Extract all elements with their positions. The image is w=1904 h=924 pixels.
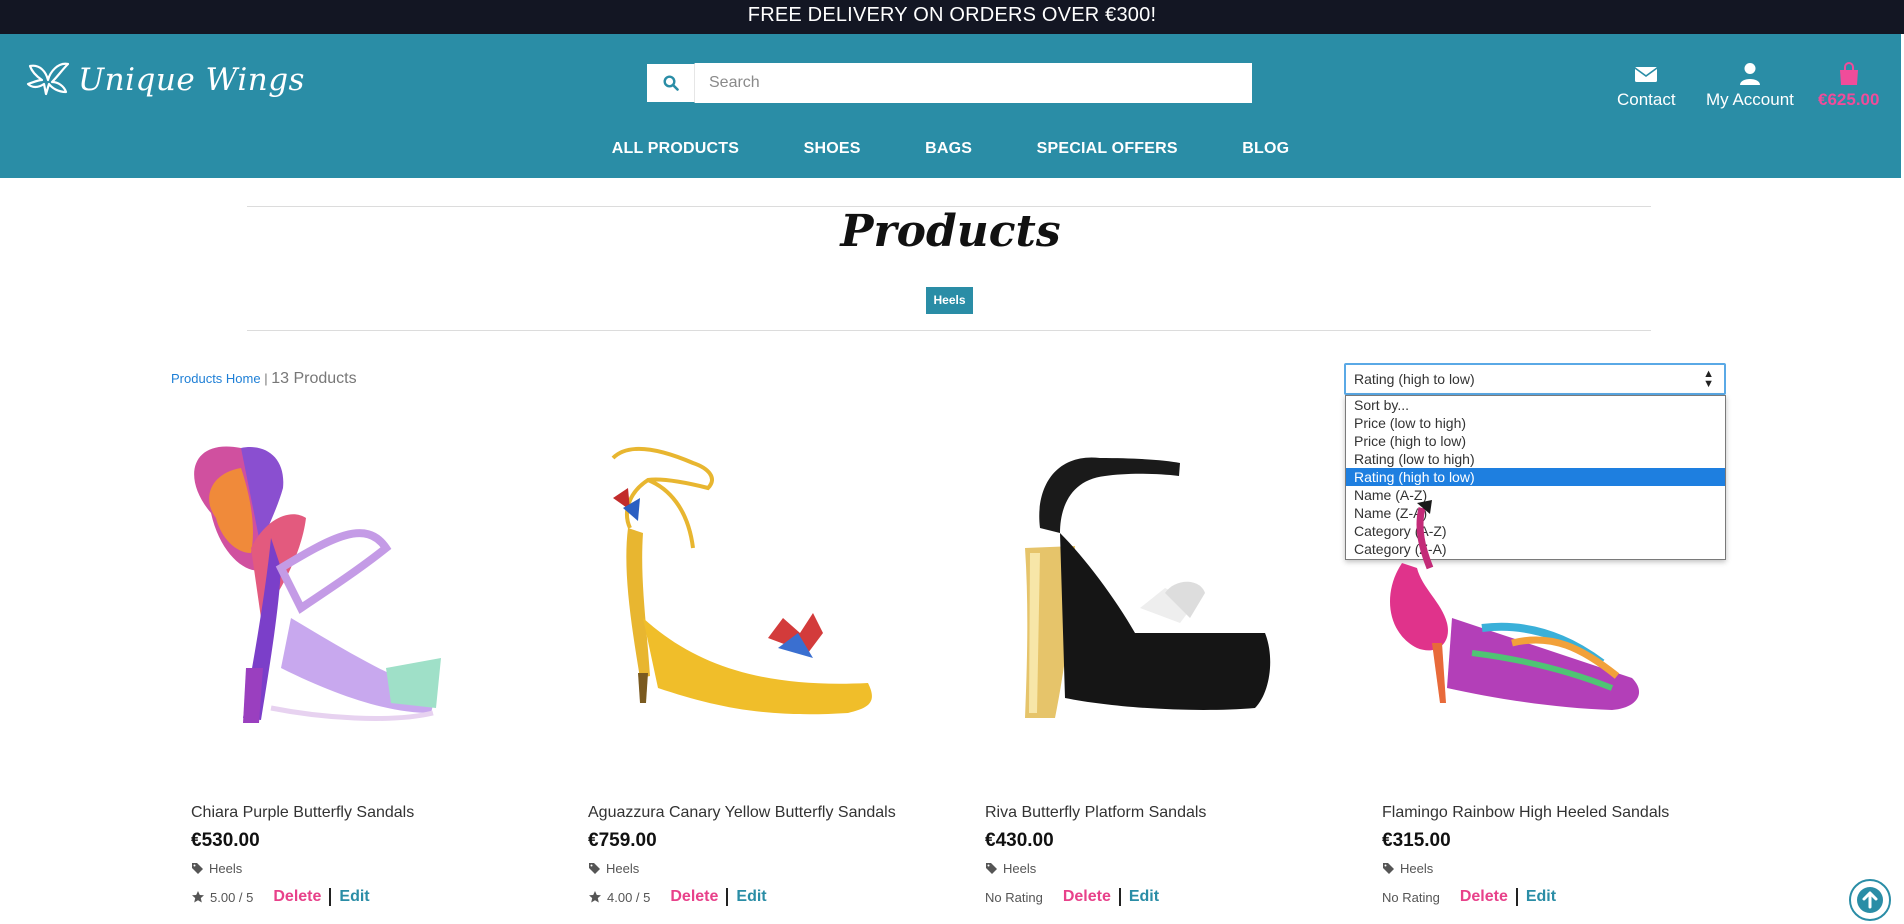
logo[interactable]: Unique Wings xyxy=(24,58,305,102)
delete-link[interactable]: Delete xyxy=(273,888,321,906)
product-price: €430.00 xyxy=(985,830,1054,851)
my-account-link[interactable]: My Account xyxy=(1706,62,1794,110)
product-card: Aguazzura Canary Yellow Butterfly Sandal… xyxy=(568,418,940,924)
product-card: Flamingo Rainbow High Heeled Sandals €31… xyxy=(1362,418,1734,924)
sort-option[interactable]: Sort by... xyxy=(1346,396,1725,414)
select-arrows-icon: ▲ ▼ xyxy=(1703,368,1714,390)
butterfly-logo-icon xyxy=(26,62,70,96)
back-to-top-button[interactable] xyxy=(1849,879,1891,921)
edit-link[interactable]: Edit xyxy=(339,888,369,906)
title-divider-bottom xyxy=(247,330,1651,331)
delivery-banner: FREE DELIVERY ON ORDERS OVER €300! xyxy=(0,0,1904,34)
delete-link[interactable]: Delete xyxy=(1460,888,1508,906)
product-category-label: Heels xyxy=(1003,861,1037,876)
contact-label: Contact xyxy=(1617,90,1676,109)
product-meta: 5.00 / 5 Delete Edit xyxy=(191,888,370,906)
sort-select[interactable]: Rating (high to low) ▲ ▼ xyxy=(1344,363,1726,395)
my-account-label: My Account xyxy=(1706,90,1794,109)
edit-link[interactable]: Edit xyxy=(736,888,766,906)
product-price: €315.00 xyxy=(1382,830,1451,851)
action-divider xyxy=(726,888,729,906)
product-category-label: Heels xyxy=(606,861,640,876)
product-rating: No Rating xyxy=(1382,889,1440,905)
star-icon xyxy=(192,891,204,903)
product-image[interactable] xyxy=(1362,418,1734,780)
product-category[interactable]: Heels xyxy=(1382,861,1433,876)
product-category-label: Heels xyxy=(1400,861,1434,876)
product-category[interactable]: Heels xyxy=(985,861,1036,876)
product-category-label: Heels xyxy=(209,861,243,876)
breadcrumb: Products Home | 13 Products xyxy=(171,370,357,388)
main-nav: ALL PRODUCTS SHOES BAGS SPECIAL OFFERS B… xyxy=(0,140,1901,170)
nav-bags[interactable]: BAGS xyxy=(925,140,972,158)
nav-blog[interactable]: BLOG xyxy=(1242,140,1289,158)
search-icon xyxy=(662,75,679,91)
product-category[interactable]: Heels xyxy=(191,861,242,876)
page-title: Products xyxy=(840,206,1061,257)
product-name[interactable]: Flamingo Rainbow High Heeled Sandals xyxy=(1382,804,1669,822)
product-category[interactable]: Heels xyxy=(588,861,639,876)
contact-link[interactable]: Contact xyxy=(1617,62,1676,110)
product-card: Riva Butterfly Platform Sandals €430.00 … xyxy=(965,418,1337,924)
envelope-icon xyxy=(1634,67,1658,82)
products-home-link[interactable]: Products Home xyxy=(171,371,261,386)
tag-icon xyxy=(986,863,997,874)
product-count: 13 Products xyxy=(271,370,357,387)
sort-selected-value: Rating (high to low) xyxy=(1354,371,1475,387)
tag-icon xyxy=(1383,863,1394,874)
search-button[interactable] xyxy=(646,63,695,103)
nav-special-offers[interactable]: SPECIAL OFFERS xyxy=(1037,140,1178,158)
product-price: €759.00 xyxy=(588,830,657,851)
site-header: Unique Wings Contact My Account €625.00 xyxy=(0,34,1901,178)
tag-icon xyxy=(589,863,600,874)
nav-all-products[interactable]: ALL PRODUCTS xyxy=(612,140,739,158)
product-meta: No Rating Delete Edit xyxy=(985,888,1159,906)
product-name[interactable]: Chiara Purple Butterfly Sandals xyxy=(191,804,414,822)
star-icon xyxy=(589,891,601,903)
delete-link[interactable]: Delete xyxy=(670,888,718,906)
delete-link[interactable]: Delete xyxy=(1063,888,1111,906)
product-image[interactable] xyxy=(568,418,940,780)
product-rating: 5.00 / 5 xyxy=(210,889,254,905)
action-divider xyxy=(1515,888,1518,906)
product-name[interactable]: Riva Butterfly Platform Sandals xyxy=(985,804,1206,822)
product-rating: 4.00 / 5 xyxy=(607,889,651,905)
breadcrumb-separator: | xyxy=(264,371,268,386)
action-divider xyxy=(329,888,332,906)
product-meta: 4.00 / 5 Delete Edit xyxy=(588,888,767,906)
action-divider xyxy=(1118,888,1121,906)
edit-link[interactable]: Edit xyxy=(1129,888,1159,906)
tag-icon xyxy=(192,863,203,874)
product-image[interactable] xyxy=(171,418,543,780)
search-input[interactable] xyxy=(695,63,1252,103)
search-bar xyxy=(646,63,1252,103)
category-badge[interactable]: Heels xyxy=(926,287,973,314)
product-rating: No Rating xyxy=(985,889,1043,905)
shopping-bag-icon xyxy=(1839,62,1858,85)
cart-total: €625.00 xyxy=(1818,90,1880,109)
cart-link[interactable]: €625.00 xyxy=(1818,62,1879,110)
product-name[interactable]: Aguazzura Canary Yellow Butterfly Sandal… xyxy=(588,804,896,822)
product-price: €530.00 xyxy=(191,830,260,851)
product-meta: No Rating Delete Edit xyxy=(1382,888,1556,906)
arrow-up-icon xyxy=(1857,887,1883,913)
edit-link[interactable]: Edit xyxy=(1526,888,1556,906)
nav-shoes[interactable]: SHOES xyxy=(804,140,861,158)
product-card: Chiara Purple Butterfly Sandals €530.00 … xyxy=(171,418,543,924)
logo-text: Unique Wings xyxy=(78,62,305,98)
product-image[interactable] xyxy=(965,418,1337,780)
user-icon xyxy=(1739,63,1760,85)
